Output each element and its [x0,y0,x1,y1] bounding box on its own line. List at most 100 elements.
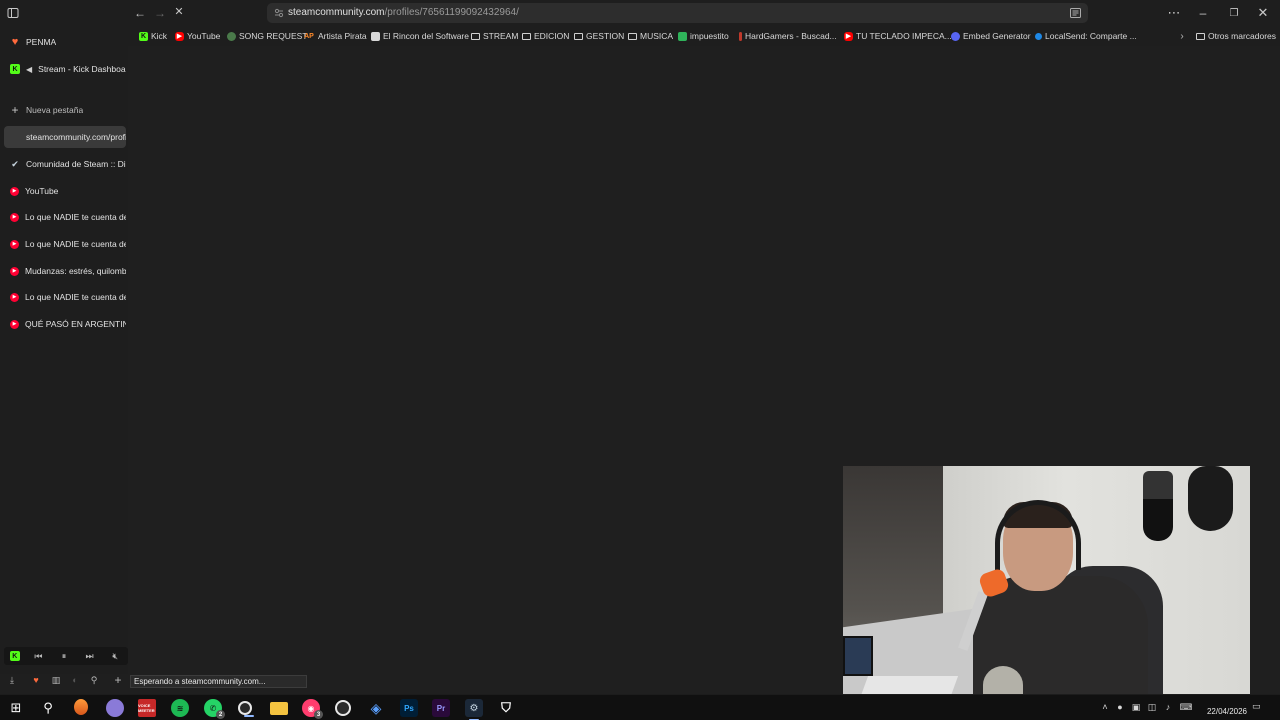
youtube-icon: ▶ [10,266,19,276]
mute-icon[interactable]: 🔇︎ [108,649,122,663]
bookmark-localsend[interactable]: LocalSend: Comparte ... [1035,29,1137,43]
trash-icon[interactable]: ▥ [50,674,62,686]
back-arrow-icon[interactable]: ← [131,4,149,22]
bookmark-youtube[interactable]: ▶ YouTube [175,29,220,43]
more-options-icon[interactable]: ⋯ [1165,4,1183,22]
minimize-icon[interactable]: – [1194,4,1212,22]
bookmark-label: YouTube [187,31,221,41]
add-panel-icon[interactable]: + [112,673,124,687]
discord-icon[interactable]: ◉ 3 [302,699,323,719]
photoshop-icon[interactable]: Ps [400,699,418,717]
kick-icon: K [139,31,148,41]
reader-mode-icon[interactable] [1068,6,1082,20]
bookmark-folder-musica[interactable]: MUSICA [628,29,673,43]
obs-icon[interactable] [238,701,254,717]
volume-icon[interactable]: ♪ [1162,701,1174,713]
bookmark-hardgamers[interactable]: HardGamers - Buscad... [739,29,837,43]
premiere-icon[interactable]: Pr [432,699,450,717]
hardgamers-icon [739,31,742,41]
tab-comunidad-steam[interactable]: ✔ Comunidad de Steam :: Di [4,153,126,175]
bookmark-label: HardGamers - Buscad... [745,31,837,41]
bookmark-folder-stream[interactable]: STREAM [471,29,518,43]
network-icon[interactable]: ▣ [1130,701,1142,713]
fl-studio-icon[interactable] [74,699,88,715]
youtube-icon: ▶ [10,292,19,302]
spotify-icon[interactable]: ≋ [171,699,189,717]
vertical-tabs-sidebar: ♥ PENMA K ◀︎ Stream - Kick Dashboard + Nueva… [0,36,128,687]
title-bar: ← → ✕ steamcommunity.com/profiles/765611… [0,0,1280,26]
tools-icon[interactable]: ⚲ [88,674,100,686]
bookmark-label: El Rincon del Software [383,31,469,41]
previous-track-icon[interactable]: ⏮ [31,649,45,663]
bookmark-kick[interactable]: K Kick [139,29,167,43]
notifications-icon[interactable]: ▭ [1252,701,1264,713]
downloads-icon[interactable]: ⤓ [6,674,18,686]
bookmark-embed-generator[interactable]: Embed Generator [951,29,1031,43]
steam-icon[interactable]: ⚙ [465,699,483,720]
new-tab-button[interactable]: + Nueva pestaña [4,99,126,121]
camera-icon[interactable]: ◫ [1146,701,1158,713]
keyboard-icon[interactable]: ⌨ [1180,701,1193,713]
stop-loading-icon[interactable]: ✕ [170,2,188,20]
restore-icon[interactable]: ❐ [1225,4,1243,22]
bookmark-song-request[interactable]: SONG REQUEST [227,29,307,43]
pinned-tab-penma[interactable]: ♥ PENMA [4,31,126,53]
tab-youtube-video-1[interactable]: ▶ Lo que NADIE te cuenta de [4,206,126,228]
microphone-icon[interactable]: ● [1114,701,1126,713]
tab-label: Mudanzas: estrés, quilombo [25,266,126,276]
app-icon[interactable] [335,700,351,716]
tab-label: QUÉ PASÓ EN ARGENTINA [25,319,126,329]
bookmark-impuestito[interactable]: impuestito [678,29,729,43]
other-bookmarks[interactable]: Otros marcadores [1196,29,1276,43]
folder-icon [628,32,637,40]
sidebar-toggle-icon[interactable] [4,4,22,22]
address-bar[interactable]: steamcommunity.com/profiles/765611990924… [267,3,1088,23]
url-path: /profiles/76561199092432964/ [384,7,519,18]
epic-games-icon[interactable]: ⛉ [497,699,515,717]
windows-start-icon[interactable]: ⊞ [7,699,25,717]
chevron-right-icon[interactable]: › [1176,29,1188,43]
bookmark-tu-teclado[interactable]: ▶ TU TECLADO IMPECA... [844,29,952,43]
bookmark-folder-edicion[interactable]: EDICION [522,29,569,43]
history-icon[interactable]: ◐ [69,674,81,686]
app-icon[interactable] [106,699,124,717]
file-explorer-icon[interactable] [270,702,288,715]
pinned-tab-kick-dashboard[interactable]: K ◀︎ Stream - Kick Dashboard [4,58,126,80]
voicemeeter-icon[interactable]: VOICE MEETER [138,699,156,717]
embed-generator-icon [951,31,960,41]
site-info-icon[interactable] [273,6,285,20]
search-icon[interactable]: ⚲ [39,699,57,717]
other-bookmarks-label: Otros marcadores [1208,31,1277,41]
app-icon[interactable]: ◈ [367,699,385,717]
heart-icon[interactable]: ♥ [30,674,42,686]
kick-icon: K [10,64,20,74]
forward-arrow-icon[interactable]: → [151,4,169,22]
clock-date[interactable]: 22/04/2026 [1195,707,1247,716]
chevron-up-icon[interactable]: ˄ [1099,701,1111,713]
tab-label: Lo que NADIE te cuenta de [25,292,126,302]
youtube-icon: ▶ [10,212,19,222]
tab-steamcommunity-profile[interactable]: steamcommunity.com/profiles/ [4,126,126,148]
steam-icon: ✔ [11,158,19,169]
pause-icon[interactable]: ⏸ [57,649,71,663]
tab-youtube-mudanzas[interactable]: ▶ Mudanzas: estrés, quilombo [4,260,126,282]
bookmark-label: TU TECLADO IMPECA... [856,31,952,41]
tab-label: Lo que NADIE te cuenta de [25,212,126,222]
tab-youtube[interactable]: ▶ YouTube [4,180,126,202]
bookmark-folder-gestion[interactable]: GESTION [574,29,624,43]
bookmark-label: GESTION [586,31,625,41]
tab-label: Stream - Kick Dashboard [38,64,126,74]
bookmark-label: EDICION [534,31,570,41]
rincon-icon [371,31,380,41]
bookmark-artista-pirata[interactable]: AP Artista Pirata [303,29,367,43]
next-track-icon[interactable]: ⏭ [83,649,97,663]
tab-youtube-video-2[interactable]: ▶ Lo que NADIE te cuenta de [4,233,126,255]
notification-badge: 3 [314,710,323,719]
muted-speaker-icon[interactable]: ◀︎ [26,65,32,74]
tab-youtube-argentina[interactable]: ▶ QUÉ PASÓ EN ARGENTINA [4,313,126,335]
tab-youtube-video-3[interactable]: ▶ Lo que NADIE te cuenta de [4,286,126,308]
whatsapp-icon[interactable]: ✆ 2 [204,699,225,719]
url-text[interactable]: steamcommunity.com/profiles/765611990924… [288,7,519,18]
bookmark-rincon-software[interactable]: El Rincon del Software [371,29,469,43]
close-icon[interactable]: ✕ [1254,4,1272,22]
